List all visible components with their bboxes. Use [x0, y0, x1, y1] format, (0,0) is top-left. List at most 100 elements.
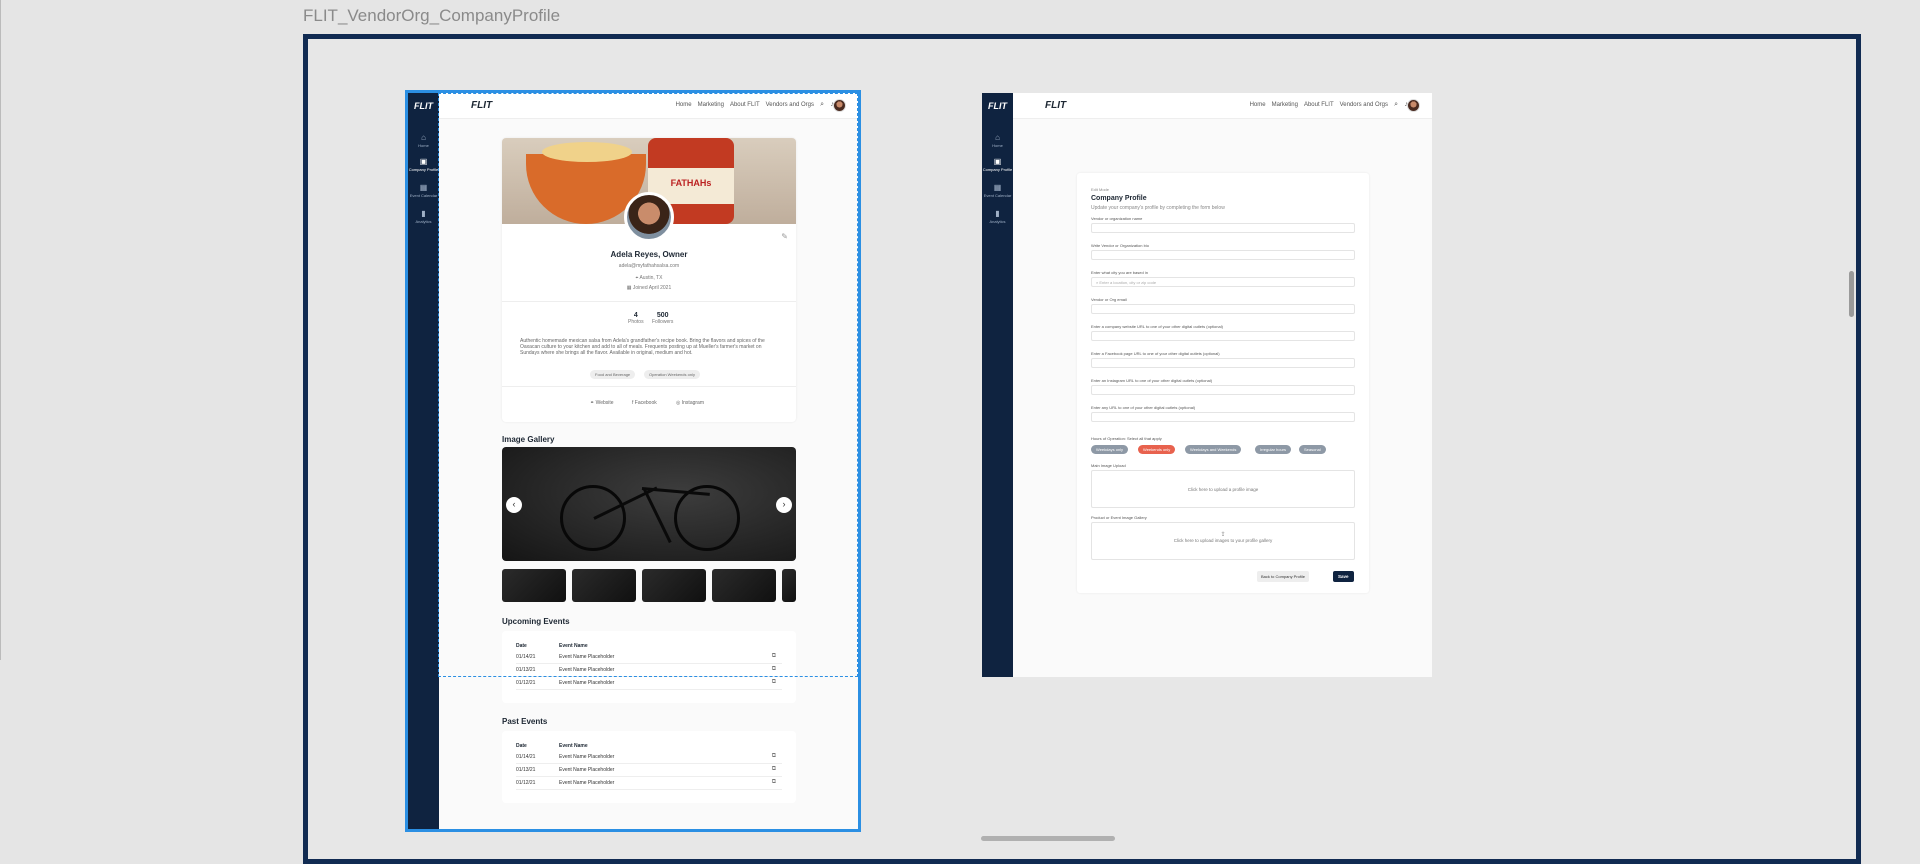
hours-option-weekdays-weekends[interactable]: Weekdays and Weekends — [1185, 445, 1242, 454]
email-input[interactable] — [1091, 304, 1355, 314]
nav-about[interactable]: About FLIT — [1304, 102, 1334, 108]
nav-vendors[interactable]: Vendors and Orgs — [766, 102, 814, 108]
sidebar-item-event-calendar[interactable]: ▦ Event Calendar — [982, 183, 1013, 198]
gallery-thumbnail[interactable] — [712, 569, 776, 602]
stat-label: Followers — [652, 319, 674, 325]
external-link-icon[interactable]: ⧉ — [772, 779, 776, 786]
hours-option-irregular[interactable]: Irregular hours — [1255, 445, 1292, 454]
tortilla-chips — [542, 142, 632, 162]
search-icon[interactable]: ⌕ — [1394, 101, 1398, 109]
field-label: Enter a company website URL to one of yo… — [1091, 324, 1223, 329]
profile-email[interactable]: adela@myfathahsalsa.com — [502, 263, 796, 269]
table-row[interactable]: 01/12/21 Event Name Placeholder ⧉ — [516, 677, 782, 690]
sidebar-item-event-calendar[interactable]: ▦ Event Calendar — [408, 183, 439, 198]
dropzone-text: Click here to upload a profile image — [1187, 487, 1259, 492]
sidebar-logo[interactable]: FLIT — [988, 101, 1007, 111]
top-nav-links: Home Marketing About FLIT Vendors and Or… — [1250, 102, 1388, 108]
hours-option-seasonal[interactable]: Seasonal — [1299, 445, 1326, 454]
row-name: Event Name Placeholder — [559, 680, 615, 686]
col-event-name: Event Name — [559, 743, 588, 749]
artboard-edit-mode[interactable]: FLIT ⌂ Home ▣ Company Profile ▦ Event Calen… — [982, 93, 1432, 677]
nav-home[interactable]: Home — [1250, 102, 1266, 108]
social-facebook[interactable]: f Facebook — [632, 400, 657, 406]
social-instagram[interactable]: ◎ Instagram — [676, 400, 704, 406]
profile-location: ⌖ Austin, TX — [502, 275, 796, 281]
table-row[interactable]: 01/14/21 Event Name Placeholder ⧉ — [516, 651, 782, 664]
brand-logo[interactable]: FLIT — [471, 100, 492, 111]
row-date: 01/12/21 — [516, 680, 536, 686]
calendar-icon: ▦ — [419, 183, 428, 192]
table-row[interactable]: 01/13/21 Event Name Placeholder ⧉ — [516, 664, 782, 677]
row-date: 01/13/21 — [516, 767, 536, 773]
sidebar-item-analytics[interactable]: ▮ Analytics — [982, 209, 1013, 224]
edit-pencil-icon[interactable]: ✎ — [781, 232, 788, 241]
save-button[interactable]: Save — [1333, 571, 1354, 582]
row-date: 01/13/21 — [516, 667, 536, 673]
table-row[interactable]: 01/13/21 Event Name Placeholder ⧉ — [516, 764, 782, 777]
external-link-icon[interactable]: ⧉ — [772, 766, 776, 773]
home-icon: ⌂ — [995, 133, 1000, 142]
row-name: Event Name Placeholder — [559, 654, 615, 660]
brand-logo[interactable]: FLIT — [1045, 100, 1066, 111]
field-label: Vendor or organization name — [1091, 216, 1143, 221]
avatar[interactable] — [833, 99, 846, 112]
nav-marketing[interactable]: Marketing — [1272, 102, 1298, 108]
gallery-thumbnail[interactable] — [502, 569, 566, 602]
bio-input[interactable] — [1091, 250, 1355, 260]
table-row[interactable]: 01/14/21 Event Name Placeholder ⧉ — [516, 751, 782, 764]
gallery-dropzone[interactable]: ⇪ Click here to upload images to your pro… — [1091, 522, 1355, 560]
vertical-scrollbar[interactable] — [1849, 271, 1854, 317]
social-website[interactable]: ⚭ Website — [590, 400, 614, 406]
artboard-profile-view[interactable]: FLIT ⌂ Home ▣ Company Profile ▦ Event Calen… — [405, 90, 861, 832]
facebook-input[interactable] — [1091, 358, 1355, 368]
external-link-icon[interactable]: ⧉ — [772, 653, 776, 660]
nav-vendors[interactable]: Vendors and Orgs — [1340, 102, 1388, 108]
instagram-input[interactable] — [1091, 385, 1355, 395]
nav-about[interactable]: About FLIT — [730, 102, 760, 108]
sidebar-item-analytics[interactable]: ▮ Analytics — [408, 209, 439, 224]
row-name: Event Name Placeholder — [559, 767, 615, 773]
nav-marketing[interactable]: Marketing — [698, 102, 724, 108]
horizontal-scrollbar[interactable] — [981, 836, 1115, 841]
sidebar-item-home[interactable]: ⌂ Home — [408, 133, 439, 148]
external-link-icon[interactable]: ⧉ — [772, 679, 776, 686]
sidebar-item-label: Analytics — [989, 219, 1006, 224]
other-url-input[interactable] — [1091, 412, 1355, 422]
carousel-prev-button[interactable]: ‹ — [506, 497, 522, 513]
gallery-main-image[interactable]: ‹ › — [502, 447, 796, 561]
frame-title[interactable]: FLIT_VendorOrg_CompanyProfile — [303, 6, 560, 26]
field-label: Write Vendor or Organization bio — [1091, 243, 1149, 248]
external-link-icon[interactable]: ⧉ — [772, 666, 776, 673]
gallery-thumbnail[interactable] — [572, 569, 636, 602]
hours-option-weekends[interactable]: Weekends only — [1138, 445, 1176, 454]
field-label: Enter any URL to one of your other digit… — [1091, 405, 1196, 410]
divider — [502, 386, 796, 387]
social-label: Instagram — [681, 400, 704, 406]
hours-option-weekdays[interactable]: Weekdays only — [1091, 445, 1129, 454]
sidebar-item-home[interactable]: ⌂ Home — [982, 133, 1013, 148]
sidebar-item-company-profile[interactable]: ▣ Company Profile — [982, 157, 1013, 172]
carousel-next-button[interactable]: › — [776, 497, 792, 513]
back-to-profile-button[interactable]: Back to Company Profile — [1257, 571, 1310, 582]
nav-home[interactable]: Home — [676, 102, 692, 108]
past-events-table: Date Event Name 01/14/21 Event Name Place… — [502, 731, 796, 803]
gallery-thumbnail[interactable] — [782, 569, 796, 602]
field-label: Enter a Facebook page URL to one of your… — [1091, 351, 1220, 356]
city-input[interactable]: ⌕ Enter a location, city or zip code — [1091, 277, 1355, 287]
top-nav: FLIT Home Marketing About FLIT Vendors a… — [439, 93, 858, 119]
company-profile-form: Edit Mode Company Profile Update your co… — [1077, 173, 1369, 593]
website-input[interactable] — [1091, 331, 1355, 341]
external-link-icon[interactable]: ⧉ — [772, 753, 776, 760]
avatar[interactable] — [1407, 99, 1420, 112]
gallery-thumbnail[interactable] — [642, 569, 706, 602]
form-subtitle: Update your company's profile by complet… — [1091, 205, 1225, 211]
table-row[interactable]: 01/12/21 Event Name Placeholder ⧉ — [516, 777, 782, 790]
vendor-name-input[interactable] — [1091, 223, 1355, 233]
sidebar-item-company-profile[interactable]: ▣ Company Profile — [408, 157, 439, 172]
chart-icon: ▮ — [421, 209, 426, 218]
search-icon[interactable]: ⌕ — [820, 101, 824, 109]
briefcase-icon: ▣ — [993, 157, 1002, 166]
field-label: Enter an Instagram URL to one of your ot… — [1091, 378, 1213, 383]
main-image-dropzone[interactable]: Click here to upload a profile image — [1091, 470, 1355, 508]
sidebar-logo[interactable]: FLIT — [414, 101, 433, 111]
